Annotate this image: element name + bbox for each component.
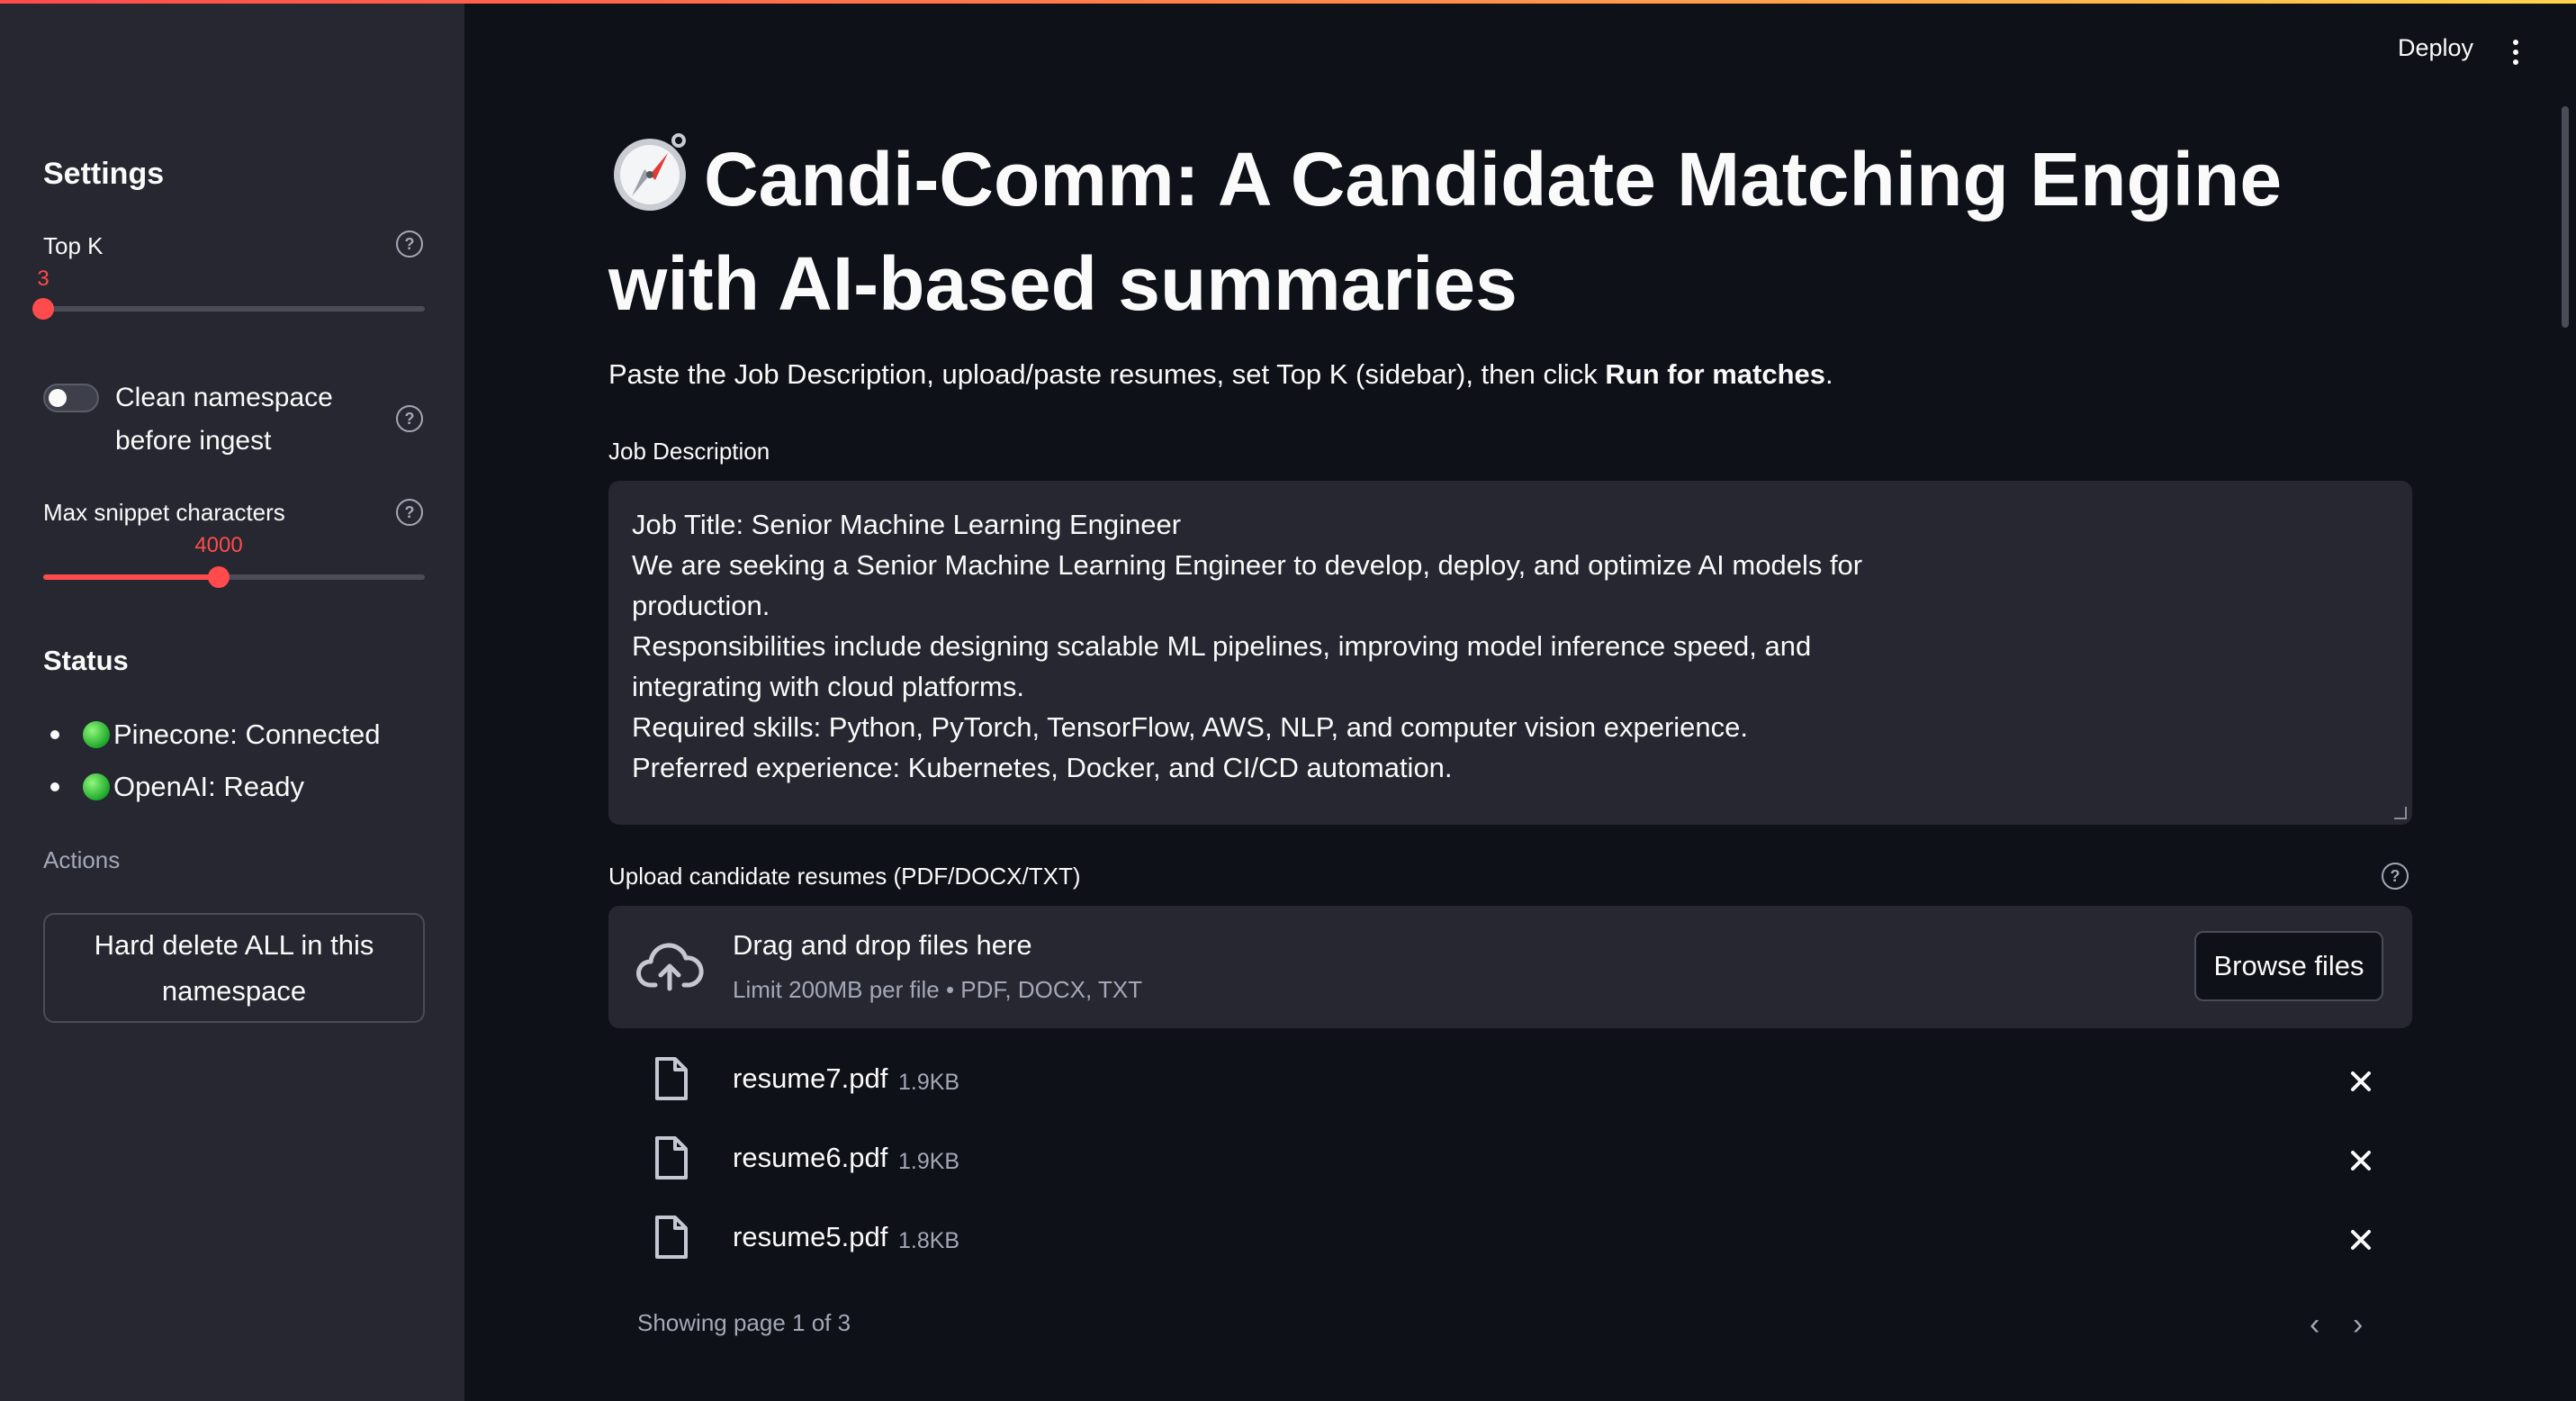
browse-files-button[interactable]: Browse files <box>2194 931 2383 1001</box>
clean-namespace-label: Clean namespace before ingest <box>115 383 333 456</box>
green-circle-icon <box>83 773 110 800</box>
max-snippet-value: 4000 <box>194 533 243 557</box>
max-snippet-slider[interactable] <box>43 566 425 588</box>
jd-line: Required skills: Python, PyTorch, Tensor… <box>632 711 1749 743</box>
page-title-text: Candi-Comm: A Candidate Matching Engine … <box>608 137 2283 326</box>
green-circle-icon <box>83 721 110 748</box>
dropzone-limit: Limit 200MB per file • PDF, DOCX, TXT <box>733 976 1143 1003</box>
bullet <box>50 782 59 791</box>
kebab-menu-icon[interactable] <box>2513 40 2518 65</box>
jd-line: integrating with cloud platforms. <box>632 671 1024 702</box>
max-snippet-slider-thumb[interactable] <box>208 566 230 588</box>
scrollbar[interactable] <box>2562 106 2569 328</box>
remove-file-icon[interactable] <box>2346 1225 2376 1255</box>
chevron-left-icon[interactable]: ‹ <box>2310 1307 2319 1342</box>
top-k-label: Top K <box>43 232 104 259</box>
sidebar-title: Settings <box>43 157 165 191</box>
intro-text: Paste the Job Description, upload/paste … <box>608 358 1833 391</box>
chevron-right-icon[interactable]: › <box>2353 1307 2363 1342</box>
intro-bold: Run for matches <box>1605 358 1825 390</box>
file-item: resume5.pdf 1.8KB <box>608 1205 2412 1277</box>
max-snippet-help-icon[interactable]: ? <box>396 499 423 526</box>
jd-line: We are seeking a Senior Machine Learning… <box>632 549 1863 581</box>
file-name: resume5.pdf <box>733 1221 888 1252</box>
file-name: resume7.pdf <box>733 1062 888 1094</box>
hard-delete-button[interactable]: Hard delete ALL in this namespace <box>43 913 425 1023</box>
file-item: resume6.pdf 1.9KB <box>608 1125 2412 1198</box>
intro-suffix: . <box>1825 358 1833 390</box>
top-k-slider[interactable] <box>32 298 425 320</box>
page-title: Candi-Comm: A Candidate Matching Engine … <box>608 130 2454 332</box>
cloud-upload-icon <box>635 942 704 997</box>
deploy-button[interactable]: Deploy <box>2398 34 2473 62</box>
status-item-label: OpenAI: Ready <box>113 771 304 802</box>
top-k-help-icon[interactable]: ? <box>396 230 423 258</box>
upload-label: Upload candidate resumes (PDF/DOCX/TXT) <box>608 863 1081 890</box>
sidebar: Settings Top K ? 3 Clean namespace befor… <box>0 0 464 1401</box>
max-snippet-label: Max snippet characters <box>43 499 285 526</box>
remove-file-icon[interactable] <box>2346 1145 2376 1176</box>
file-icon <box>653 1134 689 1186</box>
actions-label: Actions <box>43 846 121 873</box>
jd-line: Responsibilities include designing scala… <box>632 630 1812 662</box>
resize-handle[interactable] <box>2394 807 2407 819</box>
top-accent-bar <box>0 0 2576 4</box>
status-title: Status <box>43 645 129 676</box>
file-icon <box>653 1055 689 1107</box>
clean-namespace-toggle[interactable] <box>43 384 99 412</box>
file-dropzone[interactable]: Drag and drop files here Limit 200MB per… <box>608 906 2412 1028</box>
jd-line: Job Title: Senior Machine Learning Engin… <box>632 509 1182 540</box>
jd-line: Preferred experience: Kubernetes, Docker… <box>632 752 1453 783</box>
file-size: 1.9KB <box>898 1149 960 1174</box>
file-icon <box>653 1214 689 1265</box>
file-item: resume7.pdf 1.9KB <box>608 1046 2412 1118</box>
bullet <box>50 730 59 739</box>
file-name: resume6.pdf <box>733 1142 888 1173</box>
status-item-openai: OpenAI: Ready <box>50 771 304 803</box>
pagination-status: Showing page 1 of 3 <box>637 1309 851 1336</box>
toggle-knob <box>49 389 67 407</box>
file-size: 1.9KB <box>898 1070 960 1095</box>
clean-namespace-help-icon[interactable]: ? <box>396 405 423 432</box>
top-k-value: 3 <box>37 267 50 291</box>
dropzone-title: Drag and drop files here <box>733 929 1032 961</box>
status-item-pinecone: Pinecone: Connected <box>50 719 380 751</box>
status-item-label: Pinecone: Connected <box>113 719 381 750</box>
jd-line: production. <box>632 590 770 621</box>
max-snippet-slider-fill <box>43 574 220 580</box>
upload-help-icon[interactable]: ? <box>2382 863 2409 890</box>
intro-prefix: Paste the Job Description, upload/paste … <box>608 358 1606 390</box>
job-description-textarea[interactable]: Job Title: Senior Machine Learning Engin… <box>608 481 2412 825</box>
top-k-slider-thumb[interactable] <box>32 298 54 320</box>
compass-icon <box>608 130 691 235</box>
job-description-label: Job Description <box>608 438 770 465</box>
file-size: 1.8KB <box>898 1228 960 1253</box>
remove-file-icon[interactable] <box>2346 1066 2376 1097</box>
